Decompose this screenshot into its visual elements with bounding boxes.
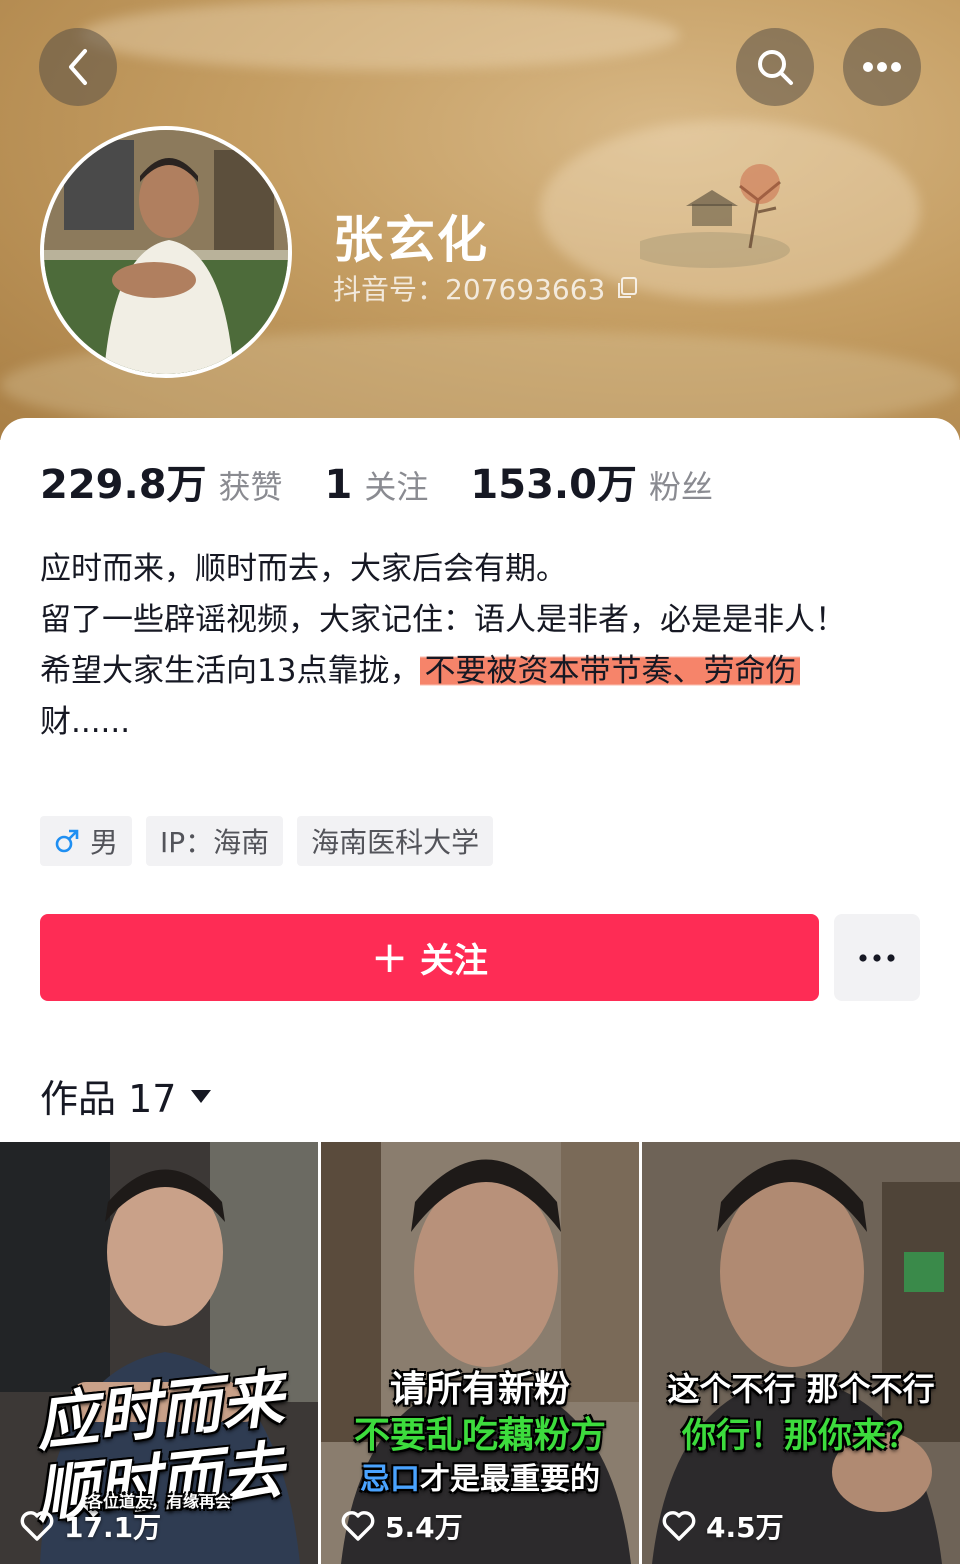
works-tab-label: 作品 17 <box>40 1077 177 1121</box>
likes-label: 获赞 <box>218 468 283 506</box>
followers-label[interactable]: 粉丝 <box>649 462 713 508</box>
video-caption-line: 不要乱吃藕粉方 <box>353 1414 606 1456</box>
profile-name: 张玄化 <box>333 211 489 269</box>
profile-tags: 男 IP：海南 海南医科大学 <box>40 816 494 866</box>
avatar[interactable] <box>40 126 292 378</box>
likes-count: 229.8万 <box>40 462 207 508</box>
back-icon <box>69 49 87 85</box>
gender-tag: 男 <box>40 816 133 866</box>
video-caption-line: 这个不行 那个不行 <box>667 1370 935 1408</box>
heart-icon <box>662 1511 696 1541</box>
heart-icon <box>20 1511 54 1541</box>
douyin-id-text: 抖音号：207693663 <box>333 273 606 306</box>
search-icon <box>758 50 793 85</box>
plus-icon: + <box>371 931 408 983</box>
video-caption-emphasis: 忌口 <box>360 1462 420 1497</box>
douyin-id[interactable]: 抖音号：207693663 <box>333 268 639 308</box>
more-options-button[interactable] <box>843 28 921 106</box>
video-likes: 5.4万 <box>341 1506 463 1546</box>
ip-location-tag: IP：海南 <box>146 816 284 866</box>
copy-icon[interactable] <box>615 276 639 300</box>
gender-label: 男 <box>90 826 119 859</box>
profile-bio: 应时而来，顺时而去，大家后会有期。 留了一些辟谣视频，大家记住：语人是非者，必是… <box>40 544 920 748</box>
more-dots-icon <box>859 953 895 962</box>
bio-highlighted-text: 不要被资本带节奏、劳命伤 <box>420 653 801 689</box>
profile-stats: 229.8万 获赞 1 关注 153.0万 粉丝 <box>40 452 755 510</box>
search-button[interactable] <box>736 28 814 106</box>
video-thumbnail[interactable]: 这个不行 那个不行 你行！那你来？ 4.5万 <box>642 1142 960 1564</box>
video-caption-line: 你行！那你来？ <box>682 1416 920 1456</box>
back-button[interactable] <box>39 28 117 106</box>
video-thumbnail[interactable]: 应时而来 顺时而去 各位道友，有缘再会 17.1万 <box>0 1142 318 1564</box>
bio-line: 应时而来，顺时而去，大家后会有期。 <box>40 551 567 587</box>
more-dots-icon <box>863 62 901 72</box>
profile-header-banner: 张玄化 抖音号：207693663 <box>0 0 960 440</box>
follow-button-label: 关注 <box>419 941 488 981</box>
heart-icon <box>341 1511 375 1541</box>
video-cover-image <box>642 1142 960 1564</box>
video-caption-text: 才是最重要的 <box>420 1462 600 1497</box>
video-thumbnail[interactable]: 请所有新粉 不要乱吃藕粉方 忌口才是最重要的 5.4万 <box>321 1142 639 1564</box>
video-cover-image <box>321 1142 639 1564</box>
following-count[interactable]: 1 <box>325 462 353 508</box>
video-caption-line: 请所有新粉 <box>389 1368 570 1410</box>
video-likes-count: 4.5万 <box>706 1511 784 1544</box>
male-icon <box>55 829 79 853</box>
video-likes: 4.5万 <box>662 1506 784 1546</box>
following-label[interactable]: 关注 <box>364 462 428 508</box>
bio-text: 希望大家生活向13点靠拢， <box>40 653 421 689</box>
video-caption-line: 忌口才是最重要的 <box>321 1454 639 1498</box>
bio-line: 希望大家生活向13点靠拢， 不要被资本带节奏、劳命伤 <box>40 646 920 697</box>
school-tag[interactable]: 海南医科大学 <box>297 816 494 866</box>
video-likes-count: 5.4万 <box>385 1511 463 1544</box>
ink-painting-decoration <box>640 164 790 268</box>
more-actions-button[interactable] <box>834 914 920 1001</box>
follow-button[interactable]: + 关注 <box>40 914 819 1001</box>
followers-count[interactable]: 153.0万 <box>470 452 637 510</box>
video-likes: 17.1万 <box>20 1506 161 1546</box>
video-likes-count: 17.1万 <box>64 1511 162 1544</box>
bio-line: 财...... <box>40 704 131 740</box>
works-tab[interactable]: 作品 17 <box>40 1068 212 1123</box>
bio-line: 留了一些辟谣视频，大家记住：语人是非者，必是是非人！ <box>40 602 846 638</box>
avatar-photo <box>44 130 288 374</box>
triangle-down-icon <box>191 1089 212 1103</box>
